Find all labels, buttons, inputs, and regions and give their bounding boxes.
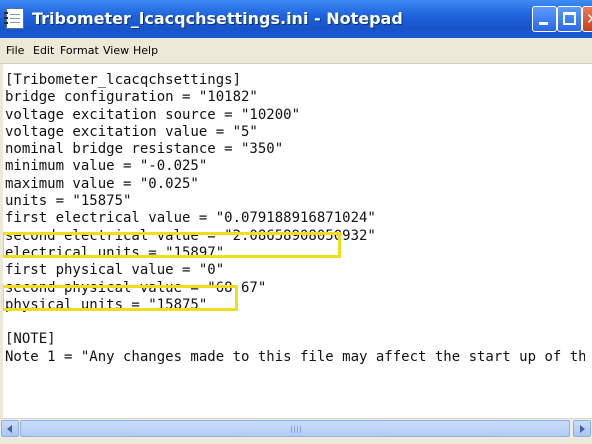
window-title: Tribometer_lcacqchsettings.ini - Notepad bbox=[32, 9, 403, 28]
document-text[interactable]: [Tribometer_lcacqchsettings] bridge conf… bbox=[5, 72, 585, 414]
maximize-icon bbox=[563, 12, 576, 25]
text-line: [Tribometer_lcacqchsettings] bbox=[5, 72, 242, 88]
maximize-button[interactable] bbox=[557, 6, 582, 32]
arrow-left-icon bbox=[7, 425, 12, 433]
text-line: nominal bridge resistance = "350" bbox=[5, 141, 284, 158]
minimize-icon bbox=[539, 22, 548, 25]
minimize-button[interactable] bbox=[532, 6, 557, 32]
menu-help[interactable]: Help bbox=[133, 44, 158, 57]
text-line: minimum value = "-0.025" bbox=[5, 158, 208, 175]
text-line: Note 1 = "Any changes made to this file … bbox=[5, 348, 585, 365]
menu-bar: File Edit Format View Help bbox=[0, 38, 592, 64]
horizontal-scrollbar[interactable] bbox=[0, 418, 592, 438]
text-line bbox=[5, 314, 585, 331]
text-line: units = "15875" bbox=[5, 193, 132, 210]
text-line: maximum value = "0.025" bbox=[5, 175, 199, 192]
text-line: physical units = "15875" bbox=[5, 296, 208, 313]
title-bar[interactable]: Tribometer_lcacqchsettings.ini - Notepad… bbox=[0, 0, 592, 38]
text-line: electrical units = "15897" bbox=[5, 244, 225, 261]
scroll-left-button[interactable] bbox=[1, 420, 19, 437]
menu-edit[interactable]: Edit bbox=[33, 44, 54, 57]
menu-format[interactable]: Format bbox=[60, 44, 99, 57]
text-line: [NOTE] bbox=[5, 331, 56, 348]
menu-file[interactable]: File bbox=[6, 44, 24, 57]
text-line: first physical value = "0" bbox=[5, 262, 225, 279]
scrollbar-thumb[interactable] bbox=[20, 420, 570, 437]
close-button[interactable]: ✕ bbox=[582, 6, 592, 32]
text-line: voltage excitation value = "5" bbox=[5, 123, 258, 140]
window-bottom-border bbox=[0, 438, 592, 444]
text-editor[interactable]: [Tribometer_lcacqchsettings] bridge conf… bbox=[0, 64, 592, 418]
menu-view[interactable]: View bbox=[103, 44, 129, 57]
notepad-icon bbox=[4, 8, 24, 29]
text-line-highlighted: second physical value = "68.67" bbox=[5, 279, 267, 296]
close-icon: ✕ bbox=[586, 8, 592, 30]
scroll-right-button[interactable] bbox=[573, 420, 591, 437]
text-line: first electrical value = "0.079188916871… bbox=[5, 210, 376, 227]
text-line: voltage excitation source = "10200" bbox=[5, 106, 301, 123]
text-line: bridge configuration = "10182" bbox=[5, 89, 258, 106]
arrow-right-icon bbox=[580, 425, 585, 433]
text-line-highlighted: second electrical value = "2.08658908050… bbox=[5, 227, 376, 244]
